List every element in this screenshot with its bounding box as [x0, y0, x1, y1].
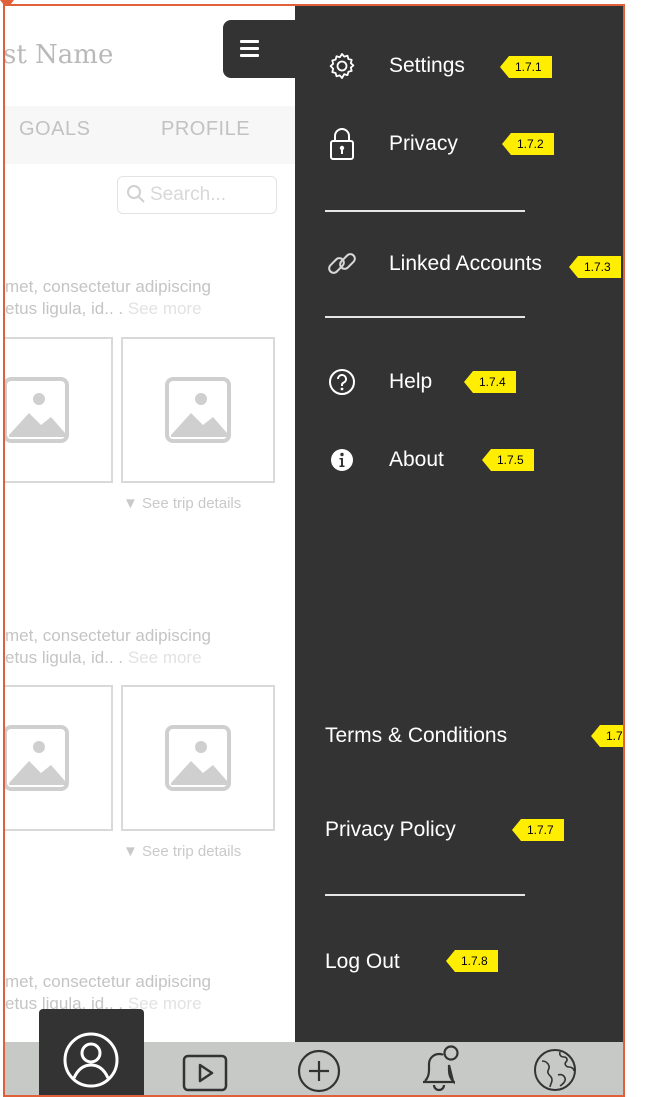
- search-input[interactable]: Search...: [117, 176, 277, 214]
- gear-icon: [325, 49, 359, 83]
- menu-item-about[interactable]: About: [325, 438, 444, 482]
- menu-item-label: Privacy Policy: [325, 818, 456, 841]
- profile-name: st Name: [3, 40, 114, 70]
- menu-item-log-out[interactable]: Log Out: [325, 940, 400, 984]
- post-caption: met, consectetur adipiscing etus ligula,…: [5, 625, 211, 669]
- menu-item-label: Privacy: [389, 132, 458, 155]
- annotation-tag: 1.7.1: [500, 56, 552, 78]
- menu-item-label: About: [389, 448, 444, 471]
- post-caption: met, consectetur adipiscing etus ligula,…: [5, 276, 211, 320]
- see-more-link[interactable]: See more: [128, 299, 202, 318]
- profile-icon: [63, 1032, 119, 1088]
- menu-divider: [325, 316, 525, 318]
- image-icon: [165, 377, 231, 443]
- photo-placeholder[interactable]: [121, 685, 275, 831]
- image-icon: [165, 725, 231, 791]
- menu-item-label: Log Out: [325, 950, 400, 973]
- tab-goals[interactable]: GOALS: [19, 118, 90, 141]
- menu-item-label: Help: [389, 370, 433, 393]
- see-trip-details-link[interactable]: ▼ See trip details: [123, 843, 241, 860]
- annotation-tag: 1.7.4: [464, 371, 516, 393]
- menu-item-label: Terms & Conditions: [325, 724, 508, 747]
- side-menu-drawer: Settings 1.7.1 Privacy 1.7.2 Linked Acco…: [295, 6, 623, 1042]
- menu-item-label: Linked Accounts: [389, 252, 542, 275]
- menu-toggle-button[interactable]: [223, 20, 303, 78]
- photo-placeholder[interactable]: [5, 685, 113, 831]
- lock-icon: [325, 127, 359, 161]
- annotation-tag: 1.7.7: [512, 819, 564, 841]
- photo-placeholder[interactable]: [121, 337, 275, 483]
- nav-add-button[interactable]: [289, 1046, 349, 1095]
- info-icon: [325, 443, 359, 477]
- see-more-link[interactable]: See more: [128, 648, 202, 667]
- post-caption-line: etus ligula, id.. .: [5, 648, 128, 667]
- nav-notifications-button[interactable]: [409, 1042, 469, 1095]
- menu-item-help[interactable]: Help: [325, 360, 432, 404]
- annotation-tag: 1.7.6: [591, 725, 623, 747]
- menu-item-privacy[interactable]: Privacy: [325, 122, 458, 166]
- link-icon: [325, 247, 359, 281]
- nav-explore-button[interactable]: [525, 1044, 585, 1095]
- menu-item-linked-accounts[interactable]: Linked Accounts: [325, 242, 542, 286]
- help-icon: [325, 365, 359, 399]
- annotation-tag: 1.7.8: [446, 950, 498, 972]
- post-caption-line: met, consectetur adipiscing: [5, 626, 211, 645]
- nav-profile-button[interactable]: [59, 1028, 123, 1092]
- menu-divider: [325, 210, 525, 212]
- image-icon: [5, 377, 69, 443]
- annotation-tag: 1.7.2: [502, 133, 554, 155]
- hamburger-line: [240, 40, 259, 43]
- menu-divider: [325, 894, 525, 896]
- menu-item-privacy-policy[interactable]: Privacy Policy: [325, 808, 456, 852]
- notification-bell-icon: [423, 1045, 459, 1092]
- nav-video-button[interactable]: [175, 1051, 235, 1095]
- menu-item-label: Settings: [389, 54, 465, 77]
- search-placeholder: Search...: [150, 184, 227, 205]
- annotation-tag: 1.7.3: [569, 256, 621, 278]
- photo-placeholder[interactable]: [5, 337, 113, 483]
- tab-profile[interactable]: PROFILE: [161, 118, 250, 141]
- post-caption-line: met, consectetur adipiscing: [5, 972, 211, 991]
- hamburger-line: [240, 47, 259, 50]
- phone-frame: st Name GOALS PROFILE Search... met, con…: [3, 4, 625, 1097]
- menu-item-settings[interactable]: Settings: [325, 44, 465, 88]
- menu-item-terms-conditions[interactable]: Terms & Conditions: [325, 714, 507, 758]
- search-icon: [127, 185, 145, 203]
- see-trip-details-link[interactable]: ▼ See trip details: [123, 495, 241, 512]
- post-caption-line: etus ligula, id.. .: [5, 299, 128, 318]
- post-caption-line: met, consectetur adipiscing: [5, 277, 211, 296]
- add-icon: [297, 1049, 341, 1093]
- annotation-tag: 1.7.5: [482, 449, 534, 471]
- video-icon: [182, 1054, 228, 1092]
- image-icon: [5, 725, 69, 791]
- globe-icon: [534, 1049, 576, 1091]
- hamburger-line: [240, 54, 259, 57]
